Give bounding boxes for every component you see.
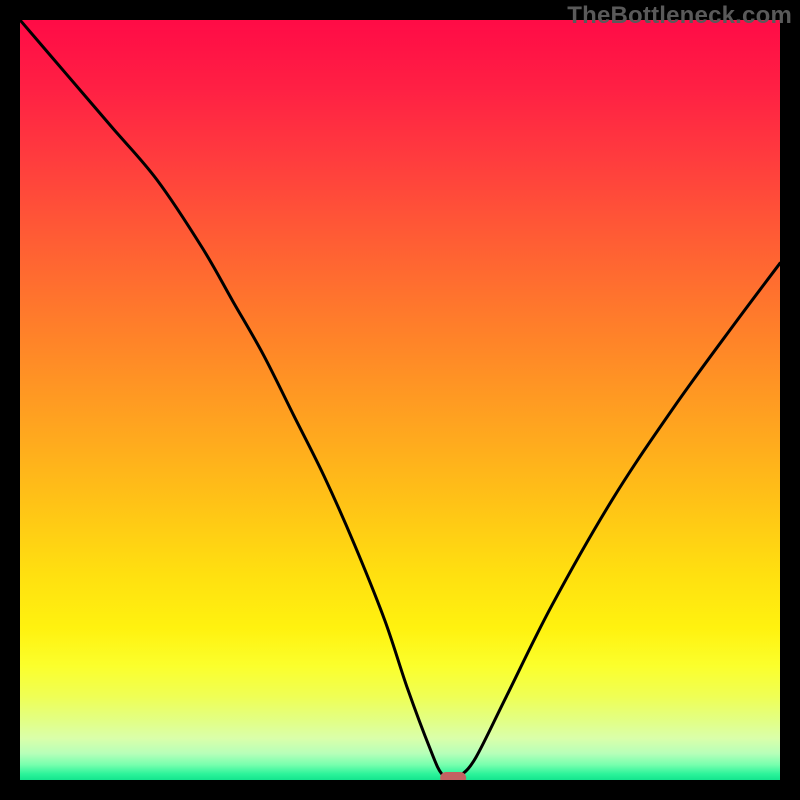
optimal-marker — [440, 772, 466, 780]
watermark-text: TheBottleneck.com — [567, 2, 792, 30]
chart-frame: TheBottleneck.com — [0, 0, 800, 800]
chart-svg — [20, 20, 780, 780]
plot-area — [20, 20, 780, 780]
